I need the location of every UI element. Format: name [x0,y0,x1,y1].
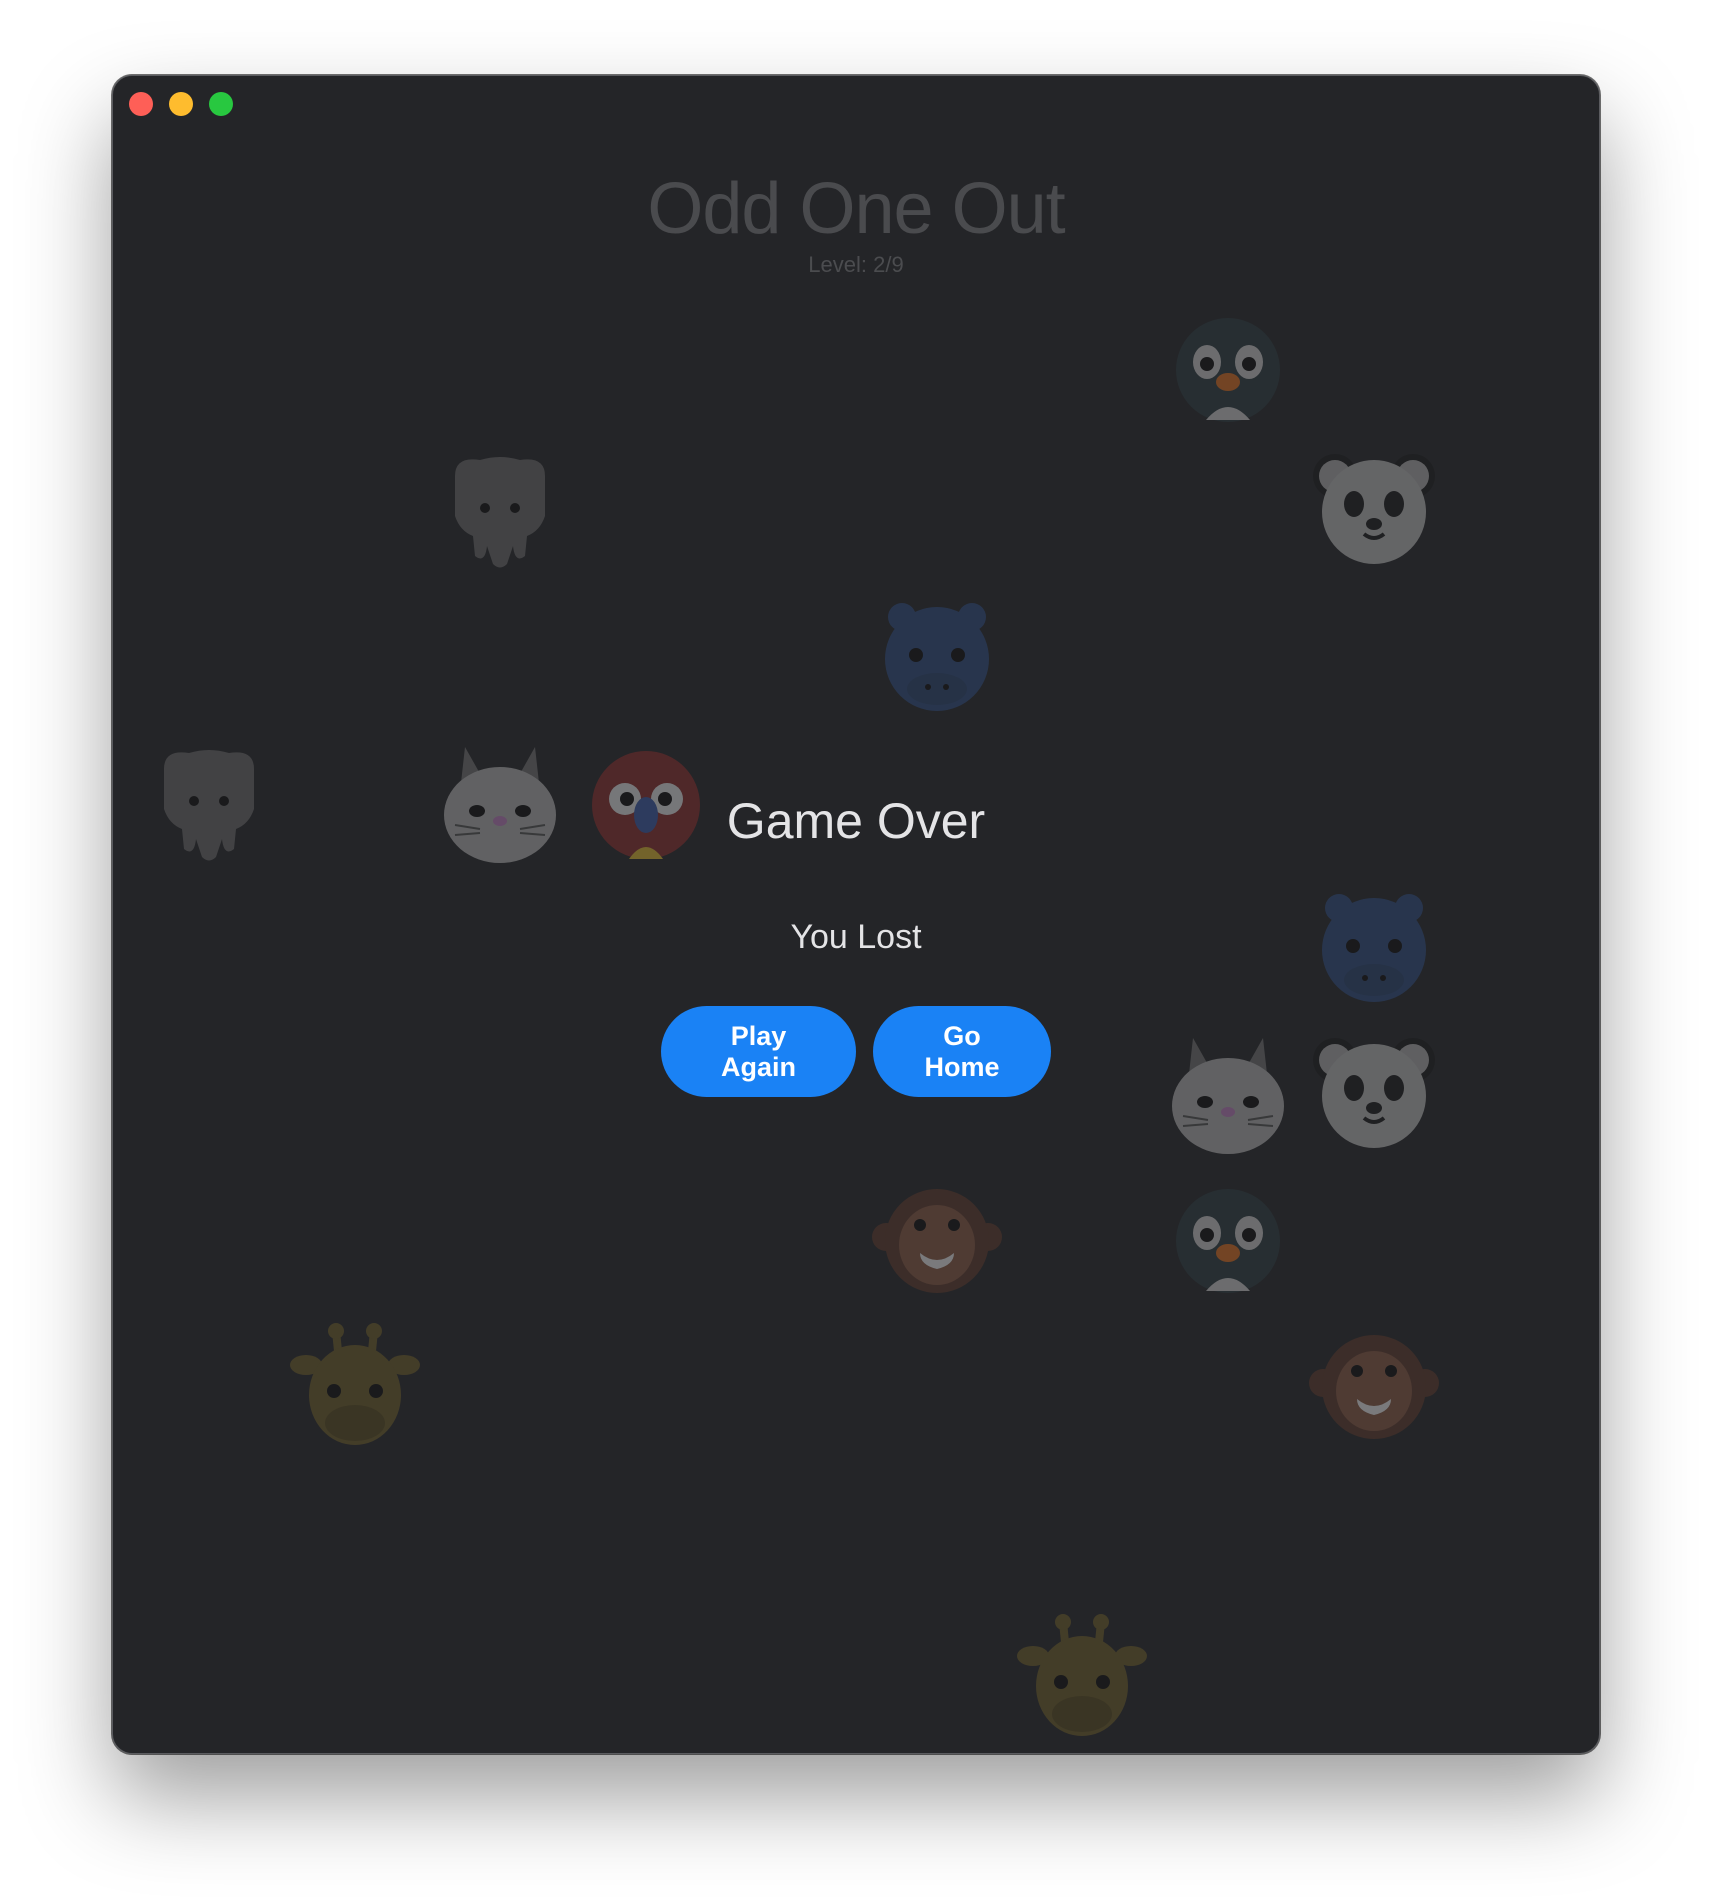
animal-tile-elephant[interactable] [435,446,565,576]
game-over-heading: Game Over [726,793,986,849]
animal-tile-penguin[interactable] [1163,1175,1293,1305]
close-window-button[interactable] [129,92,153,116]
result-message: You Lost [790,918,922,956]
animal-tile-giraffe[interactable] [1017,1612,1147,1742]
giraffe-icon [1017,1614,1147,1736]
animal-tile-giraffe[interactable] [290,1321,420,1451]
level-current: 2 [873,252,886,277]
hippo-icon [885,603,989,711]
animal-tile-penguin[interactable] [1163,304,1293,434]
penguin-icon [1176,318,1280,422]
maximize-window-button[interactable] [209,92,233,116]
minimize-window-button[interactable] [169,92,193,116]
monkey-icon [872,1189,1002,1293]
level-label: Level: [808,252,867,277]
animal-tile-monkey[interactable] [1309,1321,1439,1451]
penguin-icon [1176,1189,1280,1293]
action-buttons: Play Again Go Home [113,1006,1599,1097]
play-again-button[interactable]: Play Again [661,1006,856,1097]
level-indicator: Level: 2/9 [808,252,904,277]
elephant-icon [455,457,545,568]
animal-tile-monkey[interactable] [872,1175,1002,1305]
go-home-button[interactable]: Go Home [873,1006,1051,1097]
game-title: Odd One Out [647,169,1065,249]
animal-tile-panda[interactable] [1309,446,1439,576]
panda-icon [1313,454,1435,564]
animal-tile-hippo[interactable] [872,593,1002,723]
game-window: Odd One Out Level: 2/9 Game Over You Los… [112,75,1600,1754]
window-controls [129,92,233,116]
giraffe-icon [290,1323,420,1445]
level-total: 9 [891,252,904,277]
monkey-icon [1309,1335,1439,1439]
